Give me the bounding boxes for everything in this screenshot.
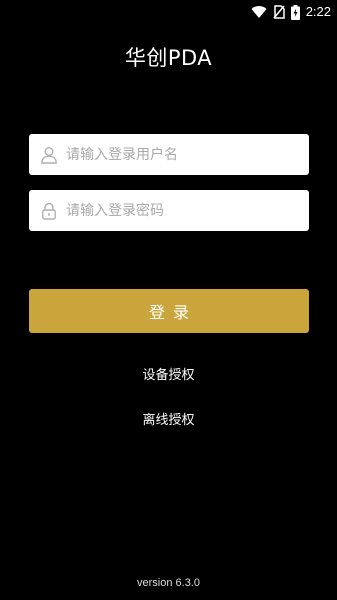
lock-icon [38, 200, 60, 222]
battery-charging-icon [290, 4, 300, 20]
username-input[interactable] [66, 135, 296, 174]
device-auth-link[interactable]: 设备授权 [0, 367, 337, 385]
status-time: 2:22 [305, 4, 331, 19]
status-bar: 2:22 [0, 0, 337, 24]
password-input[interactable] [66, 191, 296, 230]
offline-auth-link[interactable]: 离线授权 [0, 412, 337, 430]
user-icon [38, 144, 60, 166]
login-button[interactable]: 登录 [29, 289, 309, 333]
wifi-icon [251, 5, 267, 19]
app-title: 华创PDA [124, 46, 213, 70]
status-icons: 2:22 [251, 2, 331, 22]
no-sim-icon [273, 5, 285, 19]
username-field[interactable] [29, 134, 309, 175]
password-field[interactable] [29, 190, 309, 231]
version-label: version 6.3.0 [137, 577, 200, 589]
